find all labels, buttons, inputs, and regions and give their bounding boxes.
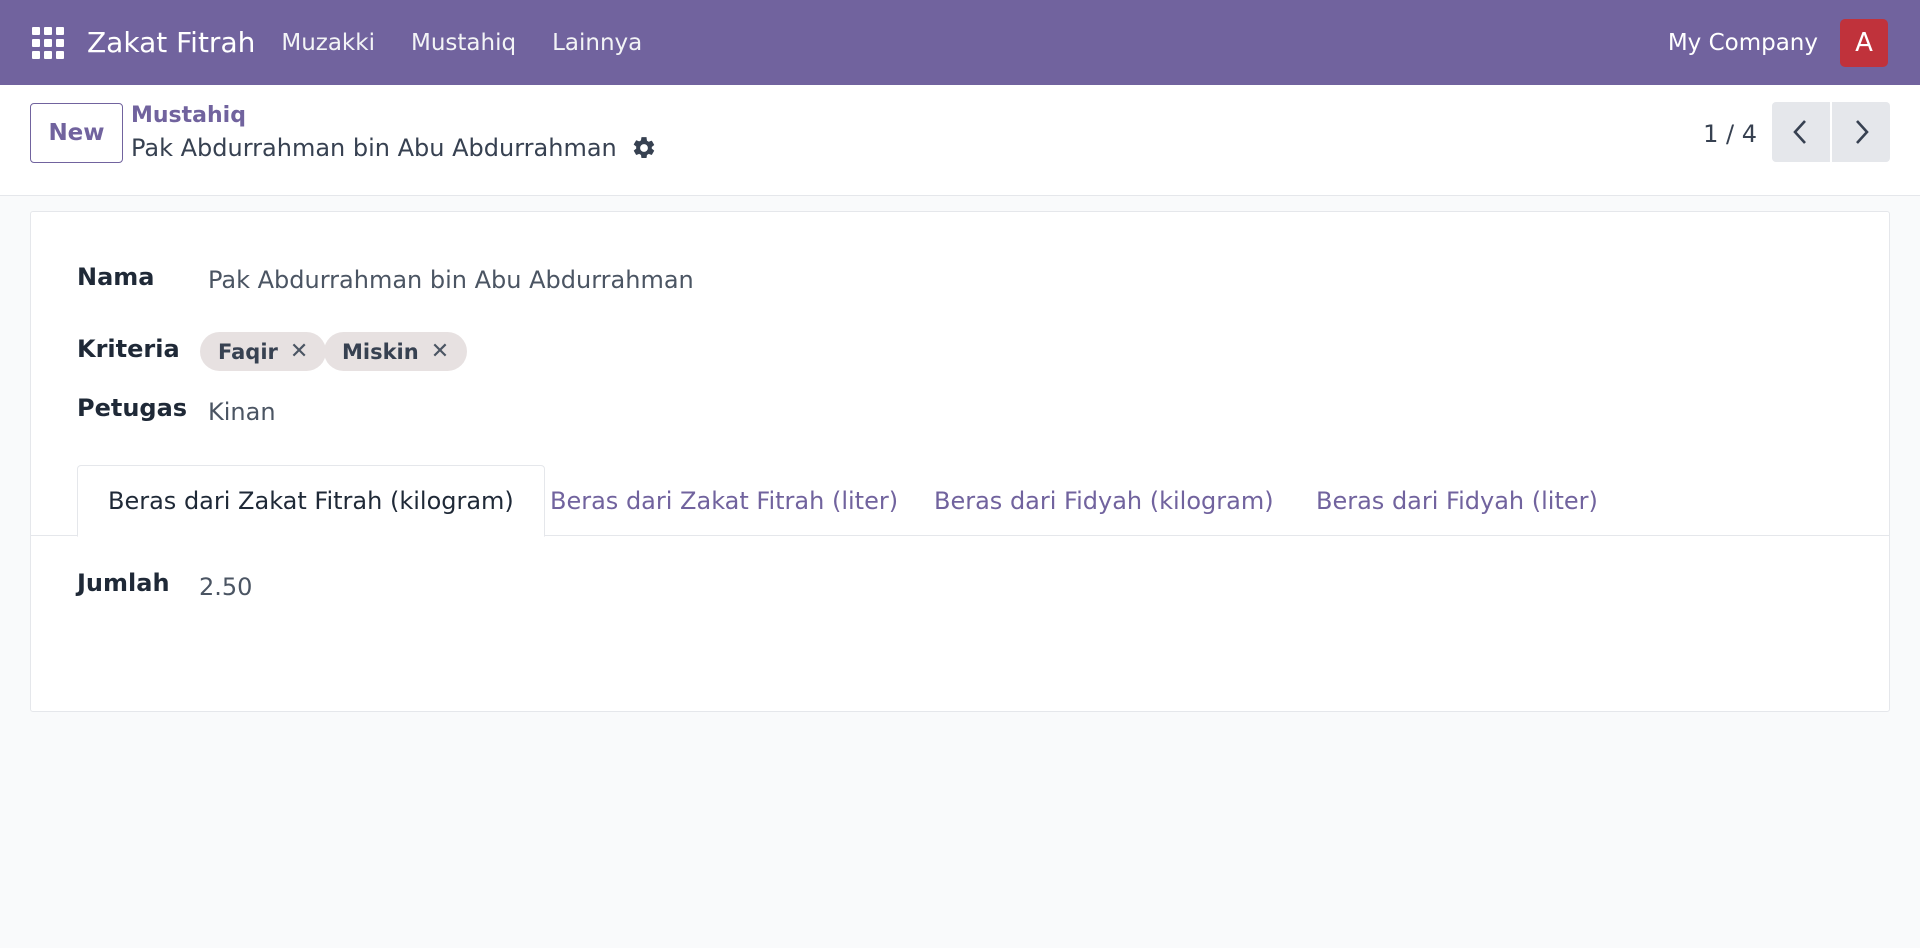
tab-zakat-fitrah-liter[interactable]: Beras dari Zakat Fitrah (liter): [550, 465, 898, 536]
gear-icon[interactable]: [631, 135, 657, 161]
jumlah-label: Jumlah: [77, 569, 170, 597]
close-icon[interactable]: ✕: [431, 339, 449, 364]
app-title[interactable]: Zakat Fitrah: [87, 26, 255, 59]
menu-item-lainnya[interactable]: Lainnya: [552, 30, 642, 56]
user-avatar[interactable]: A: [1840, 18, 1888, 67]
pager-next-button[interactable]: [1832, 102, 1890, 162]
nama-label: Nama: [77, 263, 155, 291]
nama-field[interactable]: Pak Abdurrahman bin Abu Abdurrahman: [208, 266, 694, 294]
tab-fidyah-kilogram[interactable]: Beras dari Fidyah (kilogram): [934, 465, 1274, 536]
notebook-tabs: Beras dari Zakat Fitrah (kilogram) Beras…: [31, 465, 1889, 537]
form-sheet: Nama Pak Abdurrahman bin Abu Abdurrahman…: [30, 211, 1890, 712]
chevron-left-icon: [1793, 120, 1806, 144]
breadcrumb-current: Pak Abdurrahman bin Abu Abdurrahman: [131, 134, 657, 162]
top-navbar: Zakat Fitrah Muzakki Mustahiq Lainnya My…: [0, 0, 1920, 85]
petugas-label: Petugas: [77, 394, 188, 422]
tab-zakat-fitrah-kilogram[interactable]: Beras dari Zakat Fitrah (kilogram): [77, 465, 545, 537]
menu-item-muzakki[interactable]: Muzakki: [281, 30, 375, 56]
breadcrumb-parent-link[interactable]: Mustahiq: [131, 103, 246, 128]
pager-previous-button[interactable]: [1772, 102, 1830, 162]
pager-value[interactable]: 1 / 4: [1703, 120, 1757, 148]
close-icon[interactable]: ✕: [290, 339, 308, 364]
chevron-right-icon: [1856, 120, 1869, 144]
tag-label: Miskin: [342, 339, 419, 364]
menu-item-mustahiq[interactable]: Mustahiq: [411, 30, 516, 56]
control-panel: New Mustahiq Pak Abdurrahman bin Abu Abd…: [0, 85, 1920, 196]
new-button[interactable]: New: [30, 103, 123, 163]
kriteria-label: Kriteria: [77, 335, 180, 363]
jumlah-field[interactable]: 2.50: [199, 573, 252, 601]
tag-miskin: Miskin ✕: [324, 332, 468, 371]
tag-label: Faqir: [218, 339, 278, 364]
company-switcher[interactable]: My Company: [1668, 30, 1818, 56]
tab-fidyah-liter[interactable]: Beras dari Fidyah (liter): [1316, 465, 1598, 536]
tag-faqir: Faqir ✕: [200, 332, 327, 371]
record-title: Pak Abdurrahman bin Abu Abdurrahman: [131, 134, 617, 162]
petugas-field[interactable]: Kinan: [208, 398, 276, 426]
apps-grid-icon[interactable]: [28, 23, 68, 63]
